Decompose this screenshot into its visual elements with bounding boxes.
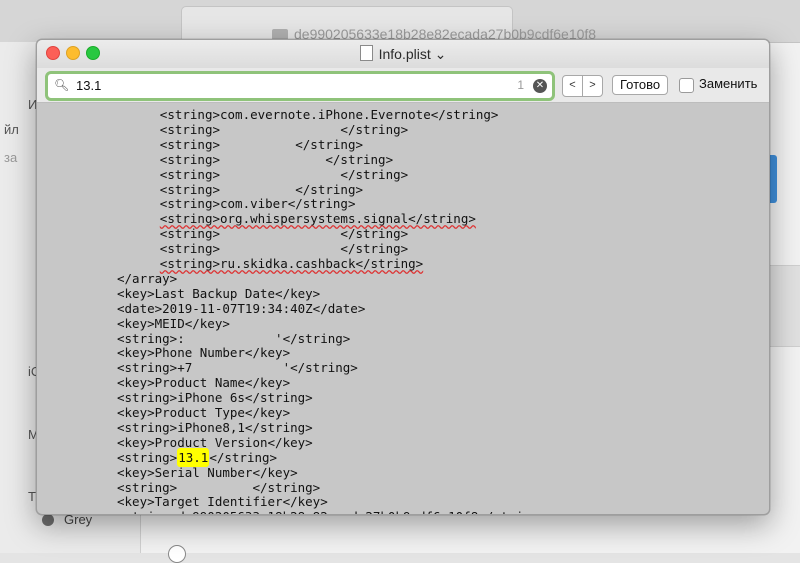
code-text: <string> — [117, 449, 178, 465]
replace-checkbox[interactable] — [679, 78, 694, 93]
code-line: <key>Phone Number</key> — [117, 345, 290, 360]
document-icon — [359, 45, 373, 61]
code-text: <key>Product Name</key> — [117, 375, 291, 391]
code-text: <string> </string> — [159, 151, 394, 167]
color-dot-icon[interactable] — [42, 514, 54, 526]
code-line: <key>Product Version</key> — [117, 435, 313, 450]
code-text: <string>com.viber</string> — [159, 196, 356, 212]
code-line: <key>Product Type</key> — [117, 405, 290, 420]
code-line: </array> — [117, 271, 177, 286]
code-text: <date>2019-11-07T19:34:40Z</date> — [117, 300, 366, 316]
clear-icon[interactable]: ✕ — [533, 79, 547, 93]
code-line: <string>com.evernote.iPhone.Evernote</st… — [160, 107, 499, 122]
window-title[interactable]: Info.plist ⌄ — [37, 45, 769, 63]
code-line: <string> </string> — [160, 122, 408, 137]
done-button[interactable]: Готово — [612, 75, 669, 95]
code-line: <string> </string> — [160, 152, 393, 167]
sidebar-fragment: T — [28, 489, 36, 504]
code-text: <key>Phone Number</key> — [117, 345, 291, 361]
chevron-down-icon[interactable]: ⌄ — [435, 46, 447, 62]
sidebar-fragment: за — [4, 150, 18, 165]
code-line: <key>Serial Number</key> — [117, 465, 298, 480]
code-line: <string> </string> — [160, 182, 363, 197]
code-text: <string>iPhone 6s</string> — [117, 390, 313, 406]
title-bar[interactable]: Info.plist ⌄ — [37, 40, 769, 68]
replace-label[interactable]: Заменить — [699, 76, 757, 91]
code-text: <key>Product Version</key> — [117, 434, 313, 450]
code-text: <string>com.evernote.iPhone.Evernote</st… — [159, 107, 499, 122]
editor-window: Info.plist ⌄ 🔍︎ 13.1 1 ✕ < > Готово Заме… — [36, 39, 770, 515]
code-line: <string>de990205633e18b28e82ecada27b0b9c… — [117, 509, 546, 514]
code-text: <string> </string> — [159, 241, 409, 257]
code-text: <string>+7 '</string> — [117, 360, 358, 376]
code-line: <string>: '</string> — [117, 331, 350, 346]
code-line: <string>13.1</string> — [117, 447, 278, 467]
code-line: <string>iPhone 6s</string> — [117, 390, 313, 405]
window-title-text: Info.plist — [378, 46, 431, 62]
code-line: <key>MEID</key> — [117, 316, 230, 331]
code-line: <string> </string> — [160, 137, 363, 152]
code-line: <string> </string> — [160, 241, 408, 256]
code-line: <string> </string> — [160, 226, 408, 241]
code-text: <string> </string> — [159, 121, 409, 137]
previous-match-button[interactable]: < — [563, 76, 582, 96]
code-line: <string>iPhone8,1</string> — [117, 420, 313, 435]
next-match-button[interactable]: > — [582, 76, 602, 96]
radio-icon[interactable] — [168, 545, 186, 563]
code-text: <key>Product Type</key> — [117, 405, 291, 420]
sidebar-fragment: йл — [4, 122, 19, 137]
code-text: <string>: '</string> — [117, 330, 351, 346]
search-input[interactable]: 🔍︎ 13.1 1 ✕ — [45, 71, 555, 101]
code-text: <string> </string> — [159, 181, 363, 197]
find-navigation: < > — [562, 75, 603, 97]
code-text: </array> — [117, 270, 178, 286]
search-query[interactable]: 13.1 — [76, 78, 101, 93]
code-editor[interactable]: <string>com.evernote.iPhone.Evernote</st… — [37, 103, 769, 514]
code-text: <string>ru.skidka.cashback</string> — [159, 256, 424, 271]
code-line: <key>Last Backup Date</key> — [117, 286, 320, 301]
code-line: <string> </string> — [160, 167, 408, 182]
find-bar: 🔍︎ 13.1 1 ✕ < > Готово Заменить — [37, 68, 769, 103]
code-line: <string>+7 '</string> — [117, 360, 358, 375]
code-text: <string> </string> — [159, 226, 409, 242]
code-text: <string> </string> — [159, 166, 409, 182]
code-text: <key>Serial Number</key> — [117, 464, 298, 480]
code-line: <string>org.whispersystems.signal</strin… — [160, 211, 476, 226]
code-text: <string>de990205633e18b28e82ecada27b0b9c… — [117, 509, 546, 514]
code-line: <key>Product Name</key> — [117, 375, 290, 390]
code-text: <string> </string> — [117, 479, 321, 495]
code-text: <key>MEID</key> — [117, 315, 230, 331]
code-line: <string>com.viber</string> — [160, 196, 356, 211]
code-line: <string>ru.skidka.cashback</string> — [160, 256, 423, 271]
background-tab-bar: de990205633e18b28e82ecada27b0b9cdf6e10f8 — [0, 0, 800, 43]
code-text: <key>Target Identifier</key> — [117, 494, 328, 510]
code-text: <string>org.whispersystems.signal</strin… — [159, 211, 476, 227]
code-text: <string>iPhone8,1</string> — [117, 419, 313, 435]
code-text: <string> </string> — [159, 136, 363, 152]
code-text: <key>Last Backup Date</key> — [117, 285, 321, 301]
search-icon[interactable]: 🔍︎ — [54, 78, 70, 94]
code-line: <key>Target Identifier</key> — [117, 494, 328, 509]
code-line: <string> </string> — [117, 480, 320, 495]
code-text: </string> — [209, 449, 278, 465]
code-line: <date>2019-11-07T19:34:40Z</date> — [117, 301, 365, 316]
match-count: 1 — [517, 78, 524, 92]
